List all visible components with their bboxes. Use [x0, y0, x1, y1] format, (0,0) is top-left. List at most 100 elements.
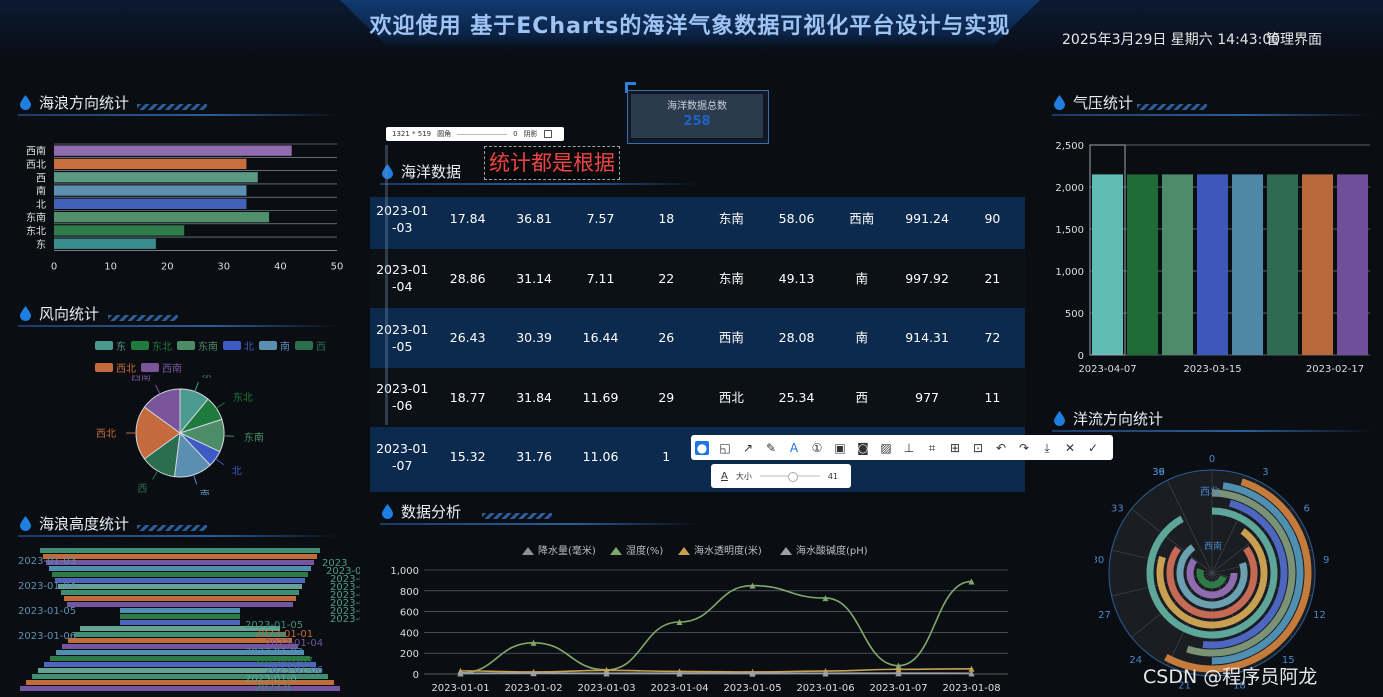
legend-label: 东北	[152, 342, 172, 353]
legend-label: 降水量(毫米)	[538, 544, 596, 557]
table-cell: 30.39	[516, 330, 552, 346]
drop-icon[interactable]: ●	[695, 440, 709, 455]
table-cell: 31.14	[516, 270, 552, 286]
polar-category-label: 西南	[1204, 540, 1222, 552]
bar-西	[54, 172, 258, 183]
category-label: 西北	[26, 159, 46, 171]
panel-title-wave-direction: 海浪方向统计	[20, 92, 129, 113]
panel-title-current-direction: 洋流方向统计	[1054, 408, 1163, 429]
total-value: 258	[683, 114, 711, 129]
panel-title-text: 洋流方向统计	[1073, 410, 1164, 428]
hatch-icon[interactable]: ▨	[879, 441, 893, 455]
category-label: 南	[36, 185, 46, 198]
y-tick-label: 800	[400, 587, 419, 598]
legend-item[interactable]: 北	[223, 338, 254, 353]
shadow-checkbox[interactable]	[543, 130, 552, 138]
legend-item[interactable]: 东	[95, 338, 126, 353]
y-tick-label: 1,000	[390, 566, 419, 577]
table-cell: 49.13	[778, 270, 815, 286]
polar-angle-label: 33	[1111, 504, 1124, 515]
line-湿度(%)	[460, 580, 972, 674]
number-icon[interactable]: ①	[810, 441, 824, 455]
table-cell: 28.86	[449, 270, 486, 286]
datetime-display: 2025年3月29日 星期六 14:43:00	[1062, 32, 1281, 48]
table-cell: 18	[658, 211, 675, 227]
bar-西南	[54, 145, 292, 156]
legend-marker	[780, 547, 792, 555]
y-tick-label: 500	[1065, 309, 1084, 320]
table-cell: 90	[984, 211, 1001, 227]
legend-item[interactable]: 西	[295, 338, 326, 353]
size-slider[interactable]	[759, 472, 820, 482]
mosaic-icon[interactable]: ▣	[833, 441, 847, 455]
pie-label: 西北	[96, 428, 116, 440]
snip-size-text: 1321 * 519	[392, 130, 432, 138]
x-tick-label: 2023-01-02	[504, 683, 562, 694]
wave-height-band	[64, 596, 296, 601]
panel-underline	[380, 523, 700, 525]
legend-label: 南	[280, 342, 290, 353]
pie-label: 东北	[233, 391, 253, 404]
table-cell: 西南	[718, 330, 744, 346]
panel-title-text: 海浪方向统计	[39, 94, 130, 112]
legend-item[interactable]: 东北	[131, 338, 172, 353]
bar-东北	[54, 225, 185, 236]
blur-icon[interactable]: ◙	[856, 441, 870, 455]
water-drop-icon	[20, 516, 31, 531]
text-icon[interactable]: A	[787, 441, 801, 455]
font-color-icon[interactable]: A	[721, 471, 728, 482]
panel-stripes	[482, 513, 552, 519]
legend-item[interactable]: 西南	[141, 360, 182, 375]
round-slider[interactable]	[457, 133, 508, 135]
undo-icon[interactable]: ↶	[994, 441, 1008, 455]
table-cell: 西	[855, 389, 869, 405]
panel-title-text: 气压统计	[1073, 94, 1134, 112]
font-size-bar: A 大小 41	[711, 464, 851, 488]
legend-item[interactable]: 西北	[95, 360, 136, 375]
table-cell: 东南	[718, 211, 744, 227]
pressure-bar	[1232, 174, 1263, 355]
line-海水透明度(米)	[460, 668, 972, 673]
screenshot-icon[interactable]: ⊡	[971, 441, 985, 455]
shape-icon[interactable]: ◱	[718, 441, 732, 455]
table-cell: 南	[855, 330, 869, 346]
y-tick-label: 1,000	[1055, 267, 1084, 278]
arrow-icon[interactable]: ↗	[741, 441, 755, 455]
legend-swatch	[95, 363, 113, 372]
height-label-center: 2023-0	[255, 683, 290, 694]
pie-leader	[193, 474, 198, 485]
download-icon[interactable]: ⤓	[1040, 441, 1054, 455]
table-cell: 17.84	[449, 211, 486, 227]
snip-shadow-label: 阴影	[523, 130, 538, 138]
height-label-left: 2023-01-06	[18, 631, 76, 642]
close-icon[interactable]: ✕	[1063, 441, 1077, 455]
table-cell: 7.57	[586, 211, 615, 227]
bar-东南	[54, 212, 270, 223]
admin-link[interactable]: 管理界面	[1266, 29, 1322, 49]
snip-selection-edge	[385, 145, 388, 425]
wave-height-band	[40, 548, 320, 553]
bar-北	[54, 198, 247, 209]
snip-toolbar: ● ◱ ↗ ✎ A ① ▣ ◙ ▨ ⊥ ⌗ ⊞ ⊡ ↶ ↷ ⤓ ✕ ✓	[691, 435, 1113, 460]
translate-icon[interactable]: ⊞	[948, 441, 962, 455]
bar-东	[54, 238, 156, 249]
pressure-bar-chart: 2,500 2,000 1,500 1,000 500 0 2023-04-07 2023-0…	[1055, 141, 1370, 375]
panel-title-text: 数据分析	[401, 503, 462, 521]
x-tick-label: 2023-01-04	[650, 683, 708, 694]
y-tick-label: 1,500	[1055, 225, 1084, 236]
x-tick-label: 40	[274, 261, 287, 272]
snip-size-bar[interactable]: 1321 * 519 圆角 0 阴影	[386, 127, 564, 141]
polar-angle-label: 24	[1129, 655, 1142, 666]
pin-icon[interactable]: ⊥	[902, 441, 916, 455]
redo-icon[interactable]: ↷	[1017, 441, 1031, 455]
ocr-icon[interactable]: ⌗	[925, 441, 939, 455]
legend-item[interactable]: 东南	[177, 338, 218, 353]
annotation-text[interactable]: 统计都是根据	[484, 146, 620, 180]
wave-height-band	[120, 608, 240, 613]
x-tick-label: 30	[217, 261, 230, 272]
panel-title-analysis: 数据分析	[382, 501, 461, 522]
pen-icon[interactable]: ✎	[764, 441, 778, 455]
legend-item[interactable]: 南	[259, 338, 290, 353]
legend-swatch	[259, 341, 277, 350]
bar-西北	[54, 158, 247, 170]
